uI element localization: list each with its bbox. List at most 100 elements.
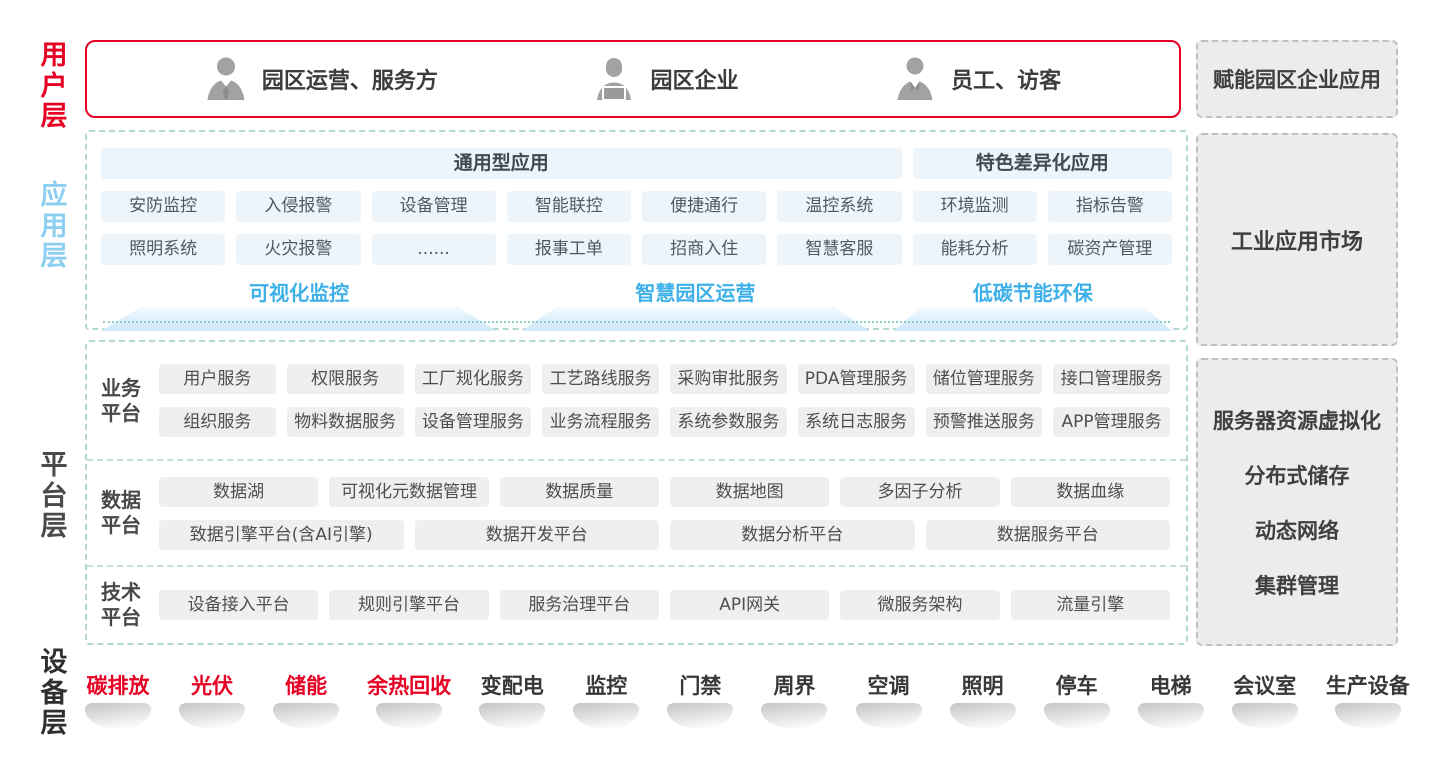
data-row-2: 致据引擎平台(含AI引擎) 数据开发平台 数据分析平台 数据服务平台 [159,520,1170,550]
platform-box: 工艺路线服务 [542,364,659,394]
app-box: 安防监控 [101,191,225,222]
device-disc-shape [273,703,339,728]
app-box: 火灾报警 [236,234,360,265]
app-box: 招商入住 [642,234,766,265]
app-box: 智能联控 [507,191,631,222]
platform-box: 数据分析平台 [670,520,915,550]
user-group-label: 园区运营、服务方 [262,63,438,95]
platform-box: 致据引擎平台(含AI引擎) [159,520,404,550]
app-box: 碳资产管理 [1048,234,1172,265]
platform-box: 数据开发平台 [415,520,660,550]
platform-layer-label: 平台层 [37,451,71,543]
business-row-1: 用户服务 权限服务 工厂规化服务 工艺路线服务 采购审批服务 PDA管理服务 储… [159,364,1170,394]
device-label: 照明 [962,670,1004,700]
platform-layer-section: 业务平台 用户服务 权限服务 工厂规化服务 工艺路线服务 采购审批服务 PDA管… [85,340,1188,645]
device-item: 会议室 [1232,670,1298,728]
app-box: 便捷通行 [642,191,766,222]
device-item: 储能 [273,670,339,728]
device-label: 光伏 [191,670,233,700]
theme-platform-shape [521,307,869,331]
user-group-label: 员工、访客 [951,63,1061,95]
theme-dotted-line [103,321,1170,323]
device-item: 生产设备 [1326,670,1410,728]
app-layer-label: 应用层 [37,181,71,273]
user-layer-box: 园区运营、服务方 园区企业 员工、访客 [85,40,1181,118]
device-layer-label: 设备层 [37,648,71,740]
device-item: 停车 [1044,670,1110,728]
device-item: 碳排放 [85,670,151,728]
sidebar-infra-line: 服务器资源虚拟化 [1213,405,1381,435]
device-label: 监控 [585,670,627,700]
app-box: 温控系统 [777,191,901,222]
device-label: 碳排放 [87,670,150,700]
theme-platform-shape [894,307,1172,331]
business-row-2: 组织服务 物料数据服务 设备管理服务 业务流程服务 系统参数服务 系统日志服务 … [159,407,1170,437]
platform-box: 系统参数服务 [670,407,787,437]
device-disc-shape [1138,703,1204,728]
platform-box: 组织服务 [159,407,276,437]
data-platform-label: 数据平台 [101,488,159,538]
sidebar-infra-line: 分布式储存 [1245,460,1350,490]
platform-box: 预警推送服务 [926,407,1043,437]
platform-box: 数据质量 [500,477,659,507]
device-label: 周界 [773,670,815,700]
app-box: 入侵报警 [236,191,360,222]
general-apps-header: 通用型应用 [101,148,902,179]
app-box: 指标告警 [1048,191,1172,222]
platform-box: 设备管理服务 [415,407,532,437]
app-row-2: 照明系统 火灾报警 ...... 报事工单 招商入住 智慧客服 能耗分析 碳资产… [101,234,1172,265]
business-platform-label: 业务平台 [101,376,159,426]
business-platform-row: 业务平台 用户服务 权限服务 工厂规化服务 工艺路线服务 采购审批服务 PDA管… [87,342,1186,461]
platform-box: 采购审批服务 [670,364,787,394]
sidebar-industrial-app-market-box: 工业应用市场 [1196,133,1398,346]
platform-box: 系统日志服务 [798,407,915,437]
tech-row-1: 设备接入平台 规则引擎平台 服务治理平台 API网关 微服务架构 流量引擎 [159,590,1170,620]
device-label: 储能 [285,670,327,700]
platform-box: API网关 [670,590,829,620]
device-disc-shape [1044,703,1110,728]
platform-box: 多因子分析 [840,477,999,507]
device-disc-shape [573,703,639,728]
app-row-1: 安防监控 入侵报警 设备管理 智能联控 便捷通行 温控系统 环境监测 指标告警 [101,191,1172,222]
device-disc-shape [950,703,1016,728]
sidebar-infra-line: 动态网络 [1255,515,1339,545]
platform-box: 流量引擎 [1011,590,1170,620]
data-row-1: 数据湖 可视化元数据管理 数据质量 数据地图 多因子分析 数据血缘 [159,477,1170,507]
device-label: 停车 [1056,670,1098,700]
device-label: 电梯 [1150,670,1192,700]
device-disc-shape [856,703,922,728]
device-layer-row: 碳排放 光伏 储能 余热回收 变配电 监控 门禁 周界 [85,670,1410,728]
platform-box: 用户服务 [159,364,276,394]
tech-platform-row: 技术平台 设备接入平台 规则引擎平台 服务治理平台 API网关 微服务架构 流量… [87,567,1186,643]
platform-box: 权限服务 [287,364,404,394]
device-item: 余热回收 [367,670,451,728]
app-box: 设备管理 [372,191,496,222]
app-box: 能耗分析 [913,234,1037,265]
device-disc-shape [376,703,442,728]
user-layer-label: 用户层 [37,41,71,133]
device-label: 变配电 [481,670,544,700]
device-item: 监控 [573,670,639,728]
device-disc-shape [85,703,151,728]
platform-box: 服务治理平台 [500,590,659,620]
platform-box: 储位管理服务 [926,364,1043,394]
platform-box: 数据血缘 [1011,477,1170,507]
tech-platform-label: 技术平台 [101,580,159,630]
device-item: 周界 [761,670,827,728]
app-box: 照明系统 [101,234,225,265]
application-layer-section: 通用型应用 特色差异化应用 安防监控 入侵报警 设备管理 智能联控 便捷通行 温… [85,130,1188,330]
device-label: 空调 [868,670,910,700]
device-label: 生产设备 [1326,670,1410,700]
platform-box: 数据地图 [670,477,829,507]
user-group-label: 园区企业 [650,63,738,95]
sidebar-infra-line: 集群管理 [1255,570,1339,600]
platform-box: 接口管理服务 [1053,364,1170,394]
platform-box: PDA管理服务 [798,364,915,394]
device-disc-shape [667,703,733,728]
user-group-operator: 园区运营、服务方 [205,56,438,102]
user-group-enterprise: 园区企业 [593,56,738,102]
platform-box: 微服务架构 [840,590,999,620]
app-theme-band: 可视化监控 智慧园区运营 低碳节能环保 [101,277,1172,331]
app-box: 智慧客服 [777,234,901,265]
device-disc-shape [179,703,245,728]
